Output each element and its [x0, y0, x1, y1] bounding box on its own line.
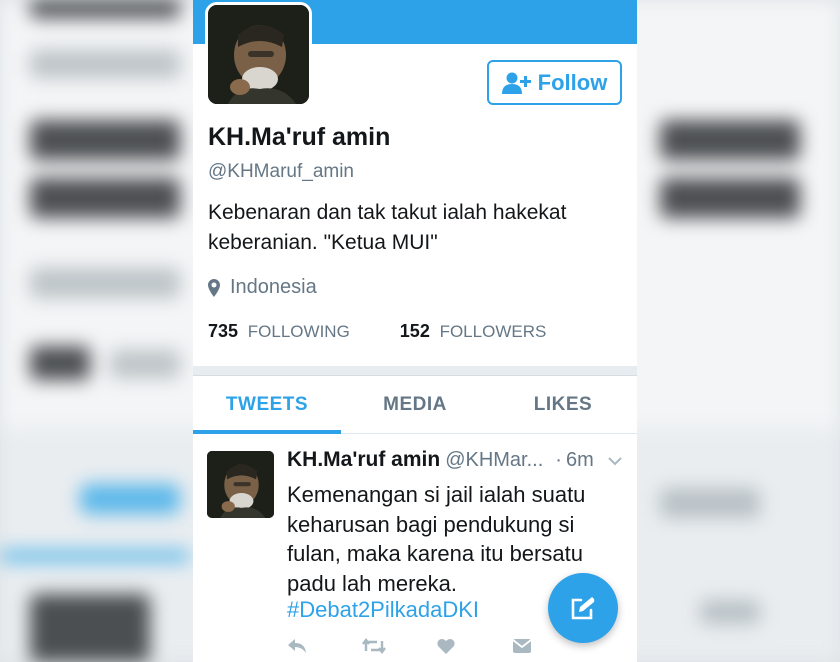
following-stat[interactable]: 735 FOLLOWING — [208, 321, 350, 342]
profile-tabs: TWEETS MEDIA LIKES — [193, 377, 637, 434]
tab-media[interactable]: MEDIA — [341, 377, 489, 433]
profile-name: KH.Ma'ruf amin — [208, 123, 391, 151]
location-text: Indonesia — [230, 276, 317, 298]
followers-count: 152 — [399, 321, 430, 341]
tweet-text: Kemenangan si jail ialah suatu keharusan… — [287, 482, 586, 596]
profile-avatar[interactable] — [205, 2, 312, 107]
retweet-icon[interactable] — [362, 638, 437, 659]
followers-stat[interactable]: 152 FOLLOWERS — [400, 321, 547, 342]
profile-panel: Follow KH.Ma'ruf amin @KHMaruf_amin Kebe… — [193, 0, 637, 662]
tweet-time: 6m — [565, 449, 594, 471]
heart-icon[interactable] — [437, 638, 512, 659]
map-pin-icon — [208, 278, 220, 297]
profile-location: Indonesia — [208, 276, 317, 299]
tweet-header: KH.Ma'ruf amin @KHMar... · 6m — [287, 448, 627, 472]
tweet-author-handle[interactable]: @KHMar... — [445, 449, 543, 472]
tweet-actions — [287, 638, 587, 659]
tweet-separator: · — [555, 449, 562, 471]
compose-tweet-button[interactable] — [548, 573, 618, 643]
add-user-icon — [501, 72, 531, 94]
tweet-author-name[interactable]: KH.Ma'ruf amin — [287, 448, 440, 472]
follow-button[interactable]: Follow — [487, 60, 622, 105]
tweet-hashtag[interactable]: #Debat2PilkadaDKI — [287, 597, 479, 623]
tweet-avatar[interactable] — [207, 451, 274, 518]
follow-button-label: Follow — [537, 69, 608, 95]
section-divider — [193, 366, 637, 376]
chevron-down-icon[interactable] — [608, 453, 622, 471]
profile-stats: 735 FOLLOWING 152 FOLLOWERS — [208, 321, 546, 342]
followers-label: FOLLOWERS — [439, 322, 547, 341]
tab-tweets[interactable]: TWEETS — [193, 377, 341, 434]
following-label: FOLLOWING — [247, 322, 350, 341]
reply-icon[interactable] — [287, 638, 362, 659]
tab-likes[interactable]: LIKES — [489, 377, 637, 433]
following-count: 735 — [208, 321, 239, 341]
profile-handle: @KHMaruf_amin — [208, 161, 354, 182]
profile-bio: Kebenaran dan tak takut ialah hakekat ke… — [208, 201, 567, 254]
compose-icon — [571, 597, 595, 620]
